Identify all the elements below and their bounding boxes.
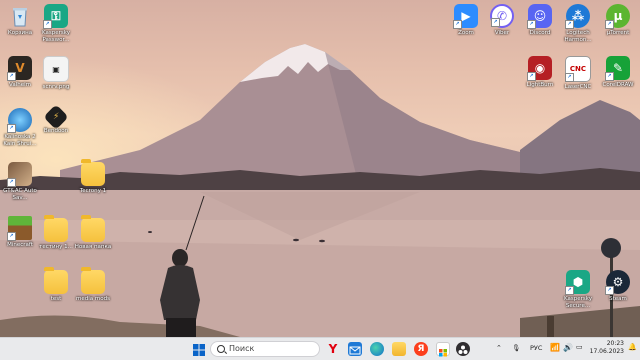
icon-label: Logitech Harmon... [564,30,592,43]
icon-label: Новая папка [74,244,112,250]
desktop-icon-folder-1[interactable]: Tecrony 1 [73,159,113,195]
folder-icon [81,159,105,186]
logitech-icon: ⁂ ↗ [565,4,590,29]
taskbar: Поиск Y Я ⌃ 🎙 РУС 📶 🔊 ▭ 20:23 17.06.2023… [0,337,640,360]
desktop-icon-folder-media[interactable]: media mods [73,267,113,303]
desktop-icon-bendoon[interactable]: ⚡ Bendoon [36,104,76,135]
steam-icon: ⚙ ↗ [605,270,630,295]
valheim-icon: V ↗ [7,56,32,81]
clock-date: 17.06.2023 [589,348,624,355]
bendoon-icon: ⚡ [43,104,69,130]
desktop-icon-viber[interactable]: ✆ ↗ Viber [482,4,522,37]
icon-label: Корзина [7,30,33,36]
icon-label: Steam [609,296,627,302]
taskbar-search-box[interactable]: Поиск [210,341,320,357]
notification-bell-icon[interactable]: 🔔 [628,343,637,351]
desktop-icon-logitech[interactable]: ⁂ ↗ Logitech Harmon... [558,4,598,43]
minecraft-icon: ↗ [7,216,32,241]
store-icon[interactable] [436,342,450,357]
folder-icon [44,267,68,294]
kaspersky-secure-icon: ⬢ ↗ [565,270,590,295]
desktop-icon-valheim[interactable]: V ↗ Valheim [0,56,40,89]
icon-label: GT&AC Auto Sav... [3,188,37,201]
icon-label: тестину 1... [39,244,73,250]
language-indicator[interactable]: РУС [530,344,542,352]
yandex-icon[interactable]: Я [414,342,428,356]
zoom-icon: ▶ ↗ [453,4,478,29]
icon-label: Kaspersky Passwor... [42,30,70,43]
desktop-icon-kaspersky-secure[interactable]: ⬢ ↗ Kaspersky Secure... [558,270,598,309]
viber-icon: ✆ ↗ [490,4,514,28]
icon-label: Bendoon [43,128,69,134]
icon-label: Kaspersky Secure... [564,296,592,309]
icon-label: test [50,296,62,302]
desktop-icon-steam[interactable]: ⚙ ↗ Steam [598,270,638,303]
desktop-icon-ac-app[interactable]: ↗ GT&AC Auto Sav... [0,162,40,201]
desktop-icon-kalinka[interactable]: ↗ Kalinoska 2 Kain Shrui... [0,108,40,147]
icon-label: CorelDRAW [602,82,634,88]
icon-label: LaserCNC [564,84,592,90]
desktop-icon-folder-test[interactable]: test [36,267,76,303]
edge-icon[interactable] [370,342,384,356]
discord-icon: ☺ ↗ [527,4,552,29]
lasercnc-icon: CNC ↗ [565,56,591,82]
recycle-bin-icon [8,4,32,28]
desktop-icon-discord[interactable]: ☺ ↗ Discord [520,4,560,37]
kaspersky-password-icon: ⚿ ↗ [43,4,68,29]
file-explorer-icon[interactable] [392,342,406,356]
icon-label: Kalinoska 2 Kain Shrui... [3,134,37,147]
icon-label: LightBurn [526,82,554,88]
icon-label: Viber [494,30,510,36]
mail-icon[interactable] [348,342,362,356]
desktop-icon-kaspersky-password[interactable]: ⚿ ↗ Kaspersky Passwor... [36,4,76,43]
windows-start-icon [193,344,205,356]
clock-time: 20:23 [606,340,624,347]
desktop-icon-utorrent[interactable]: µ ↗ µTorrent [598,4,638,37]
ac-app-icon: ↗ [7,162,32,187]
start-button[interactable] [192,342,206,356]
microphone-icon[interactable]: 🎙 [512,344,520,352]
desktop-icon-lightburn[interactable]: ◉ ↗ LightBurn [520,56,560,89]
desktop-icon-minecraft[interactable]: ↗ Minecraft [0,216,40,249]
icon-label: Valheim [9,82,31,88]
yandex-browser-icon[interactable]: Y [326,342,340,356]
icon-label: Zoom [458,30,474,36]
desktop-icon-folder-2[interactable]: тестину 1... [36,215,76,251]
icon-label: Discord [529,30,551,36]
obs-icon[interactable] [456,342,470,356]
wifi-icon[interactable]: 📶 [550,343,560,352]
folder-icon [81,215,105,242]
desktop-icon-screenshot-file[interactable]: ▣ scnrv.png [36,56,76,91]
desktop-icon-lasercnc[interactable]: CNC ↗ LaserCNC [558,56,598,91]
utorrent-icon: µ ↗ [605,4,630,29]
desktop-icon-coreldraw[interactable]: ✎ ↗ CorelDRAW [598,56,638,89]
icon-label: Minecraft [7,242,33,248]
kalinka-icon: ↗ [7,108,32,133]
icon-label: µTorrent [606,30,630,36]
search-placeholder: Поиск [229,344,255,353]
coreldraw-icon: ✎ ↗ [605,56,630,81]
screenshot-file-icon: ▣ [43,56,69,82]
chevron-up-icon[interactable]: ⌃ [496,344,502,352]
volume-icon[interactable]: 🔊 [563,343,573,352]
folder-icon [81,267,105,294]
desktop-icon-zoom[interactable]: ▶ ↗ Zoom [446,4,486,37]
folder-icon [44,215,68,242]
icon-label: Tecrony 1 [79,188,107,194]
search-icon [217,345,225,353]
desktop-icon-recycle-bin[interactable]: Корзина [0,4,40,37]
desktop-icon-new-folder[interactable]: Новая папка [73,215,113,251]
clock[interactable]: 20:23 17.06.2023 [590,340,624,356]
battery-icon[interactable]: ▭ [576,343,583,351]
icon-label: media mods [76,296,110,302]
icon-label: scnrv.png [42,84,70,90]
lightburn-icon: ◉ ↗ [527,56,552,81]
